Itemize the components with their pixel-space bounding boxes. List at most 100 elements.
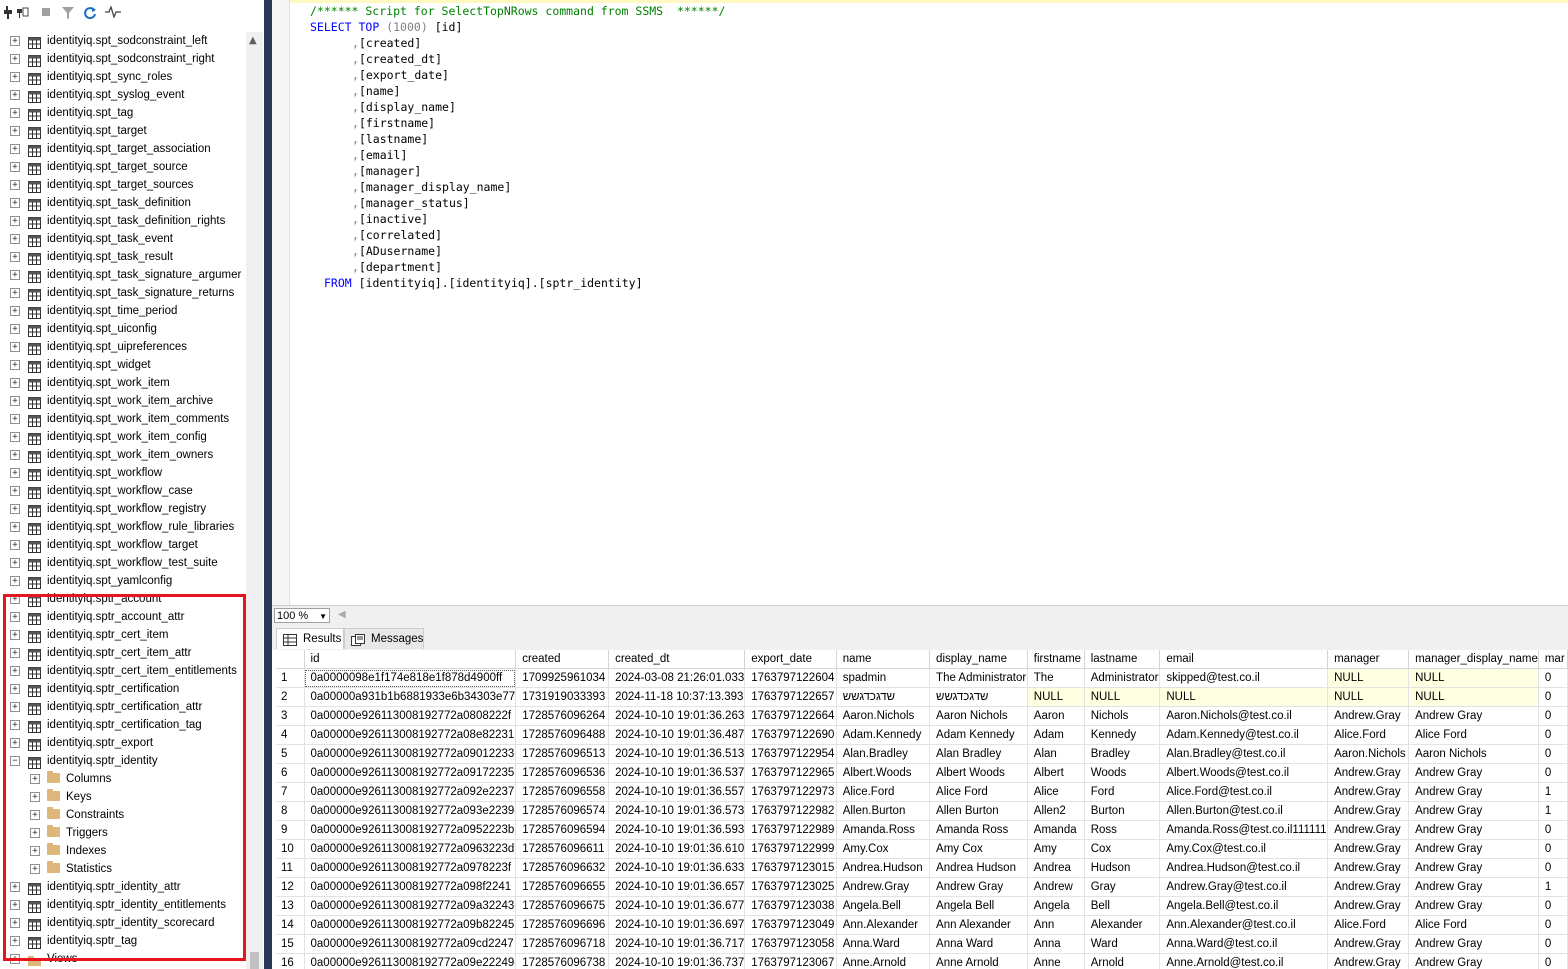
results-grid[interactable]: id created created_dt export_date name displa… [276, 650, 1568, 969]
table-cell[interactable]: 0a00000e926113008192772a0952223b [304, 820, 517, 840]
table-cell[interactable]: 1763797122954 [744, 744, 837, 764]
table-cell[interactable]: Anne [1027, 953, 1085, 969]
table-cell[interactable]: Bell [1084, 896, 1161, 916]
table-cell[interactable]: 0a00000e926113008192772a09cd2247 [304, 934, 517, 954]
table-cell[interactable]: Bradley [1084, 744, 1161, 764]
table-cell[interactable]: 0a00000e926113008192772a09172235 [304, 763, 517, 783]
table-cell[interactable]: Adam [1027, 725, 1085, 745]
table-cell[interactable]: Andrew.Gray [1327, 763, 1410, 783]
table-cell[interactable]: 1763797122657 [744, 687, 837, 707]
table-cell[interactable]: 0 [1538, 668, 1568, 688]
table-cell[interactable]: Andrew Gray [1408, 934, 1539, 954]
filter-icon[interactable] [60, 6, 76, 24]
table-cell[interactable]: Amanda.Ross@test.co.il111111 [1159, 820, 1329, 840]
tree-table[interactable]: + identityiq.spt_work_item [0, 374, 246, 392]
table-cell[interactable]: Anna.Ward [836, 934, 931, 954]
table-cell[interactable]: Andrea Hudson [929, 858, 1028, 878]
table-cell[interactable]: 1728576096264 [515, 706, 610, 726]
table-cell[interactable]: 2024-10-10 19:01:36.593 [608, 820, 746, 840]
table-cell[interactable]: NULL [1084, 687, 1161, 707]
expand-icon[interactable]: + [10, 108, 20, 118]
table-cell[interactable]: 1728576096513 [515, 744, 610, 764]
table-cell[interactable]: 1763797123015 [744, 858, 837, 878]
table-cell[interactable]: 0 [1538, 725, 1568, 745]
table-cell[interactable]: 0a00000e926113008192772a0808222f [304, 706, 517, 726]
expand-icon[interactable]: + [10, 324, 20, 334]
table-row[interactable]: 10 0a00000e926113008192772a0963223d 172857… [276, 839, 1568, 859]
expand-icon[interactable]: + [10, 252, 20, 262]
table-cell[interactable]: Anna [1027, 934, 1085, 954]
table-cell[interactable]: Alice [1027, 782, 1085, 802]
table-cell[interactable]: Kennedy [1084, 725, 1161, 745]
table-cell[interactable]: Andrea.Hudson [836, 858, 931, 878]
table-cell[interactable]: Andrew.Gray [1327, 801, 1410, 821]
table-cell[interactable]: 0a00000e926113008192772a0963223d [304, 839, 517, 859]
refresh-icon[interactable] [82, 6, 98, 24]
tree-table[interactable]: + identityiq.spt_target [0, 122, 246, 140]
table-cell[interactable]: 1728576096696 [515, 915, 610, 935]
table-cell[interactable]: 0 [1538, 934, 1568, 954]
table-cell[interactable]: 1728576096594 [515, 820, 610, 840]
table-cell[interactable]: 0a00000e926113008192772a092e2237 [304, 782, 517, 802]
tree-table[interactable]: + identityiq.spt_sodconstraint_right [0, 50, 246, 68]
table-cell[interactable]: Andrew Gray [929, 877, 1028, 897]
table-cell[interactable]: Alan Bradley [929, 744, 1028, 764]
grid-corner[interactable] [276, 650, 305, 669]
table-cell[interactable]: Anna.Ward@test.co.il [1159, 934, 1329, 954]
expand-icon[interactable]: + [10, 90, 20, 100]
table-cell[interactable]: 1728576096558 [515, 782, 610, 802]
table-cell[interactable]: Andrew.Gray [1327, 839, 1410, 859]
column-header[interactable]: created_dt [608, 650, 746, 669]
expand-icon[interactable]: + [10, 72, 20, 82]
table-cell[interactable]: 1728576096718 [515, 934, 610, 954]
table-cell[interactable]: 2024-10-10 19:01:36.573 [608, 801, 746, 821]
table-cell[interactable]: Andrea.Hudson@test.co.il [1159, 858, 1329, 878]
table-cell[interactable]: 0 [1538, 839, 1568, 859]
table-cell[interactable]: 1728576096632 [515, 858, 610, 878]
table-cell[interactable]: Hudson [1084, 858, 1161, 878]
expand-icon[interactable]: + [10, 216, 20, 226]
expand-icon[interactable]: + [10, 36, 20, 46]
table-cell[interactable]: Ann.Alexander [836, 915, 931, 935]
table-cell[interactable]: NULL [1327, 687, 1410, 707]
tree-table[interactable]: + identityiq.spt_workflow_case [0, 482, 246, 500]
tree-table[interactable]: + identityiq.spt_target_sources [0, 176, 246, 194]
table-cell[interactable]: Ann Alexander [929, 915, 1028, 935]
table-cell[interactable]: Aaron Nichols [1408, 744, 1539, 764]
column-header[interactable]: id [304, 650, 517, 669]
expand-icon[interactable]: + [10, 396, 20, 406]
row-number[interactable]: 15 [276, 934, 305, 954]
row-number[interactable]: 7 [276, 782, 305, 802]
expand-icon[interactable]: + [10, 342, 20, 352]
table-cell[interactable]: Andrew Gray [1408, 782, 1539, 802]
table-cell[interactable]: Ann [1027, 915, 1085, 935]
table-cell[interactable]: Cox [1084, 839, 1161, 859]
table-cell[interactable]: 1763797122965 [744, 763, 837, 783]
table-cell[interactable]: 0a00000e926113008192772a093e2239 [304, 801, 517, 821]
tree-table[interactable]: + identityiq.spt_task_definition_rights [0, 212, 246, 230]
connect-object-icon[interactable] [14, 6, 30, 24]
table-cell[interactable]: Anne.Arnold@test.co.il [1159, 953, 1329, 969]
expand-icon[interactable]: + [10, 270, 20, 280]
table-cell[interactable]: Angela Bell [929, 896, 1028, 916]
table-cell[interactable]: Albert.Woods@test.co.il [1159, 763, 1329, 783]
table-cell[interactable]: Aaron.Nichols [1327, 744, 1410, 764]
row-number[interactable]: 9 [276, 820, 305, 840]
tree-table[interactable]: + identityiq.spt_task_definition [0, 194, 246, 212]
tree-table[interactable]: + identityiq.spt_syslog_event [0, 86, 246, 104]
table-cell[interactable]: 0a00000a931b1b6881933e6b34303e77 [304, 687, 517, 707]
tree-table[interactable]: + identityiq.spt_yamlconfig [0, 572, 246, 590]
expand-icon[interactable]: + [10, 576, 20, 586]
table-cell[interactable]: 1728576096488 [515, 725, 610, 745]
table-cell[interactable]: Administrator [1084, 668, 1161, 688]
table-cell[interactable]: 2024-10-10 19:01:36.513 [608, 744, 746, 764]
table-cell[interactable]: 2024-10-10 19:01:36.537 [608, 763, 746, 783]
tree-table[interactable]: + identityiq.spt_workflow_test_suite [0, 554, 246, 572]
table-row[interactable]: 11 0a00000e926113008192772a0978223f 172857… [276, 858, 1568, 878]
table-cell[interactable]: 0 [1538, 858, 1568, 878]
table-cell[interactable]: 0 [1538, 896, 1568, 916]
row-number[interactable]: 13 [276, 896, 305, 916]
table-cell[interactable]: Andrew Gray [1408, 839, 1539, 859]
table-row[interactable]: 9 0a00000e926113008192772a0952223b 1728576… [276, 820, 1568, 840]
table-cell[interactable]: 1763797122999 [744, 839, 837, 859]
